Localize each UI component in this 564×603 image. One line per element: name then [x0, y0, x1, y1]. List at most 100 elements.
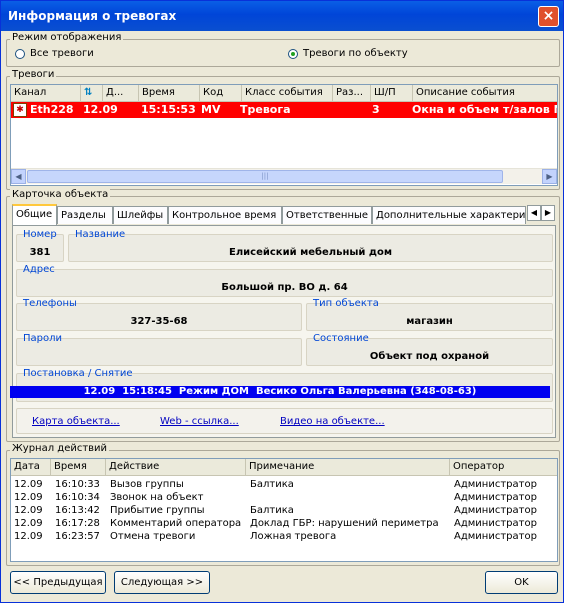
journal-action: Комментарий оператора: [110, 518, 242, 529]
address-value: Большой пр. ВО д. 64: [221, 282, 348, 293]
address-field: Адрес Большой пр. ВО д. 64: [16, 264, 553, 297]
name-label: Название: [75, 229, 126, 240]
column-header-operator[interactable]: Оператор: [450, 459, 557, 475]
object-type-label: Тип объекта: [313, 298, 379, 309]
journal-action: Отмена тревоги: [110, 531, 196, 542]
phones-value: 327-35-68: [130, 316, 188, 327]
list-item[interactable]: 12.09 16:10:34 Звонок на объект Админист…: [11, 492, 557, 505]
column-header-note[interactable]: Примечание: [246, 459, 450, 475]
list-item[interactable]: 12.09 16:10:33 Вызов группы Балтика Адми…: [11, 479, 557, 492]
alarm-section: [335, 102, 371, 118]
column-header-action[interactable]: Действие: [106, 459, 246, 475]
journal-date: 12.09: [14, 518, 43, 529]
state-field: Состояние Объект под охраной: [306, 333, 553, 366]
column-header-description[interactable]: Описание события: [413, 85, 557, 101]
alarm-info-window: Информация о тревогах × Режим отображени…: [0, 0, 564, 603]
alarms-list[interactable]: Канал ⇅ Д... Время Код Класс события Раз…: [10, 84, 558, 186]
address-label: Адрес: [23, 264, 55, 275]
column-header-date[interactable]: Дата: [11, 459, 51, 475]
passwords-field: Пароли: [16, 333, 302, 366]
passwords-label: Пароли: [23, 333, 63, 344]
radio-all-alarms[interactable]: Все тревоги: [15, 48, 94, 59]
tab-control-time[interactable]: Контрольное время: [168, 206, 282, 224]
list-item[interactable]: 12.09 16:17:28 Комментарий оператора Док…: [11, 518, 557, 531]
journal-time: 16:10:33: [55, 479, 100, 490]
tab-scroll-left-icon[interactable]: ◀: [527, 205, 541, 221]
journal-note: Балтика: [250, 505, 294, 516]
column-header-sort[interactable]: ⇅: [81, 85, 103, 101]
radio-object-alarms[interactable]: Тревоги по объекту: [288, 48, 408, 59]
alarm-description: Окна и объем т/залов N: [412, 103, 557, 116]
list-item[interactable]: 12.09 16:13:42 Прибытие группы Балтика А…: [11, 505, 557, 518]
column-header-loop[interactable]: Ш/П: [371, 85, 413, 101]
journal-operator: Администратор: [454, 518, 537, 529]
previous-button[interactable]: << Предыдущая: [10, 571, 106, 594]
number-field: Номер 381: [16, 229, 64, 262]
journal-time: 16:23:57: [55, 531, 100, 542]
journal-date: 12.09: [14, 505, 43, 516]
column-header-time[interactable]: Время: [51, 459, 106, 475]
journal-note: Ложная тревога: [250, 531, 337, 542]
journal-note: Доклад ГБР: нарушений периметра: [250, 518, 439, 529]
journal-operator: Администратор: [454, 531, 537, 542]
scroll-thumb[interactable]: |||: [27, 170, 503, 183]
object-video-link[interactable]: Видео на объекте...: [280, 416, 385, 427]
tab-sections[interactable]: Разделы: [57, 206, 113, 224]
phones-field: Телефоны 327-35-68: [16, 298, 302, 331]
tab-scroll-right-icon[interactable]: ▶: [541, 205, 555, 221]
tab-loops[interactable]: Шлейфы: [113, 206, 168, 224]
state-value: Объект под охраной: [369, 351, 490, 362]
state-label: Состояние: [313, 333, 369, 344]
alarm-date: 12.09: [83, 103, 118, 116]
alarm-loop: 3: [372, 103, 380, 116]
web-link[interactable]: Web - ссылка...: [160, 416, 239, 427]
alarms-header: Канал ⇅ Д... Время Код Класс события Раз…: [11, 85, 557, 102]
journal-operator: Администратор: [454, 505, 537, 516]
journal-label: Журнал действий: [10, 443, 110, 454]
alarms-horizontal-scrollbar[interactable]: ◀ ||| ▶: [11, 168, 557, 184]
arming-status-bar: 12.09 15:18:45 Режим ДОМ Весико Ольга Ва…: [10, 386, 550, 398]
journal-time: 16:10:34: [55, 492, 100, 503]
journal-list[interactable]: Дата Время Действие Примечание Оператор …: [10, 458, 558, 562]
alarm-row[interactable]: ✱ Eth228 12.09 15:15:53 MV Тревога 3 Окн…: [11, 102, 557, 118]
number-label: Номер: [23, 229, 57, 240]
scroll-left-icon[interactable]: ◀: [11, 169, 26, 184]
alarm-bell-icon: ✱: [13, 103, 27, 117]
ok-button[interactable]: OK: [485, 571, 558, 594]
radio-selected-icon: [288, 48, 298, 59]
alarm-time: 15:15:53: [141, 103, 196, 116]
journal-date: 12.09: [14, 492, 43, 503]
column-header-date[interactable]: Д...: [103, 85, 139, 101]
window-title: Информация о тревогах: [8, 9, 177, 23]
journal-time: 16:13:42: [55, 505, 100, 516]
alarm-channel: Eth228: [30, 103, 74, 116]
number-value: 381: [29, 247, 51, 258]
phones-label: Телефоны: [23, 298, 77, 309]
column-header-event-class[interactable]: Класс события: [242, 85, 333, 101]
column-header-code[interactable]: Код: [200, 85, 242, 101]
name-value: Елисейский мебельный дом: [228, 247, 393, 258]
object-map-link[interactable]: Карта объекта...: [32, 416, 120, 427]
column-header-channel[interactable]: Канал: [11, 85, 81, 101]
journal-action: Вызов группы: [110, 479, 184, 490]
scroll-right-icon[interactable]: ▶: [542, 169, 557, 184]
column-header-section[interactable]: Раз...: [333, 85, 371, 101]
title-bar: Информация о тревогах ×: [1, 1, 563, 31]
name-field: Название Елисейский мебельный дом: [68, 229, 553, 262]
column-header-time[interactable]: Время: [139, 85, 200, 101]
tab-responsible[interactable]: Ответственные: [282, 206, 372, 224]
next-button[interactable]: Следующая >>: [114, 571, 210, 594]
journal-action: Звонок на объект: [110, 492, 204, 503]
object-type-field: Тип объекта магазин: [306, 298, 553, 331]
journal-operator: Администратор: [454, 492, 537, 503]
alarm-code: MV: [201, 103, 221, 116]
tab-general[interactable]: Общие: [12, 204, 57, 225]
journal-date: 12.09: [14, 479, 43, 490]
object-card-label: Карточка объекта: [10, 189, 111, 200]
alarm-event-class: Тревога: [240, 103, 291, 116]
tab-additional[interactable]: Дополнительные характеристики: [372, 206, 526, 224]
close-button[interactable]: ×: [538, 6, 559, 27]
list-item[interactable]: 12.09 16:23:57 Отмена тревоги Ложная тре…: [11, 531, 557, 544]
radio-label: Все тревоги: [30, 48, 94, 59]
journal-action: Прибытие группы: [110, 505, 205, 516]
